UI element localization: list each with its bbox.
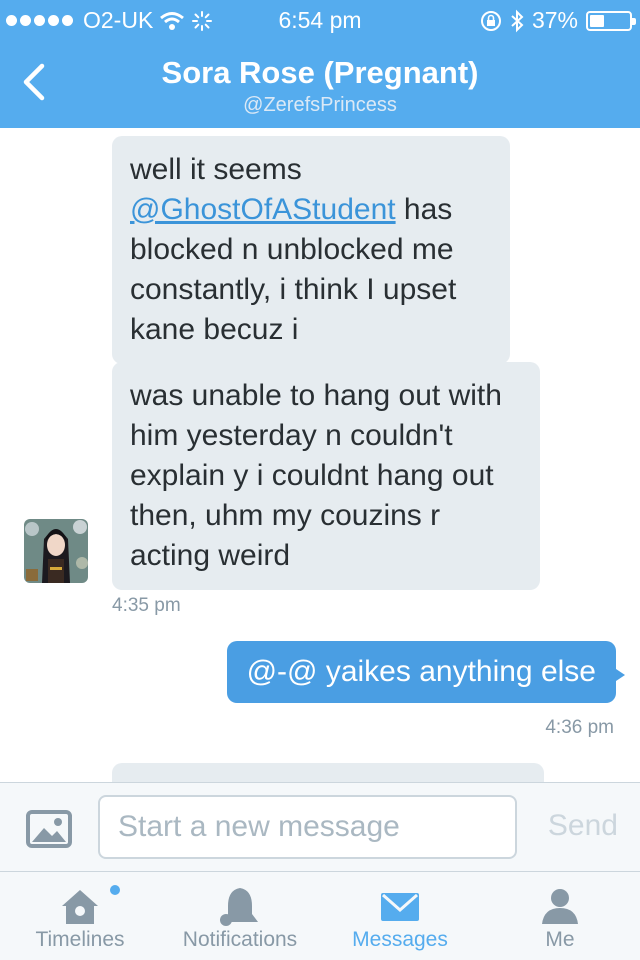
tab-label: Me [545,928,575,951]
incoming-message-bubble[interactable]: was unable to hang out with him yesterda… [112,362,540,590]
tab-notifications[interactable]: Notifications [160,872,320,960]
message-text: blocked n unblocked me constantly, i thi… [130,233,457,346]
home-icon [62,890,98,924]
tab-label: Messages [352,928,448,951]
bluetooth-icon [511,9,524,32]
tab-label: Timelines [35,928,125,951]
mention-link[interactable]: @GhostOfAStudent [130,193,396,226]
message-composer: Start a new message Send [0,782,640,872]
message-text: was unable to hang out with him yesterda… [130,379,502,572]
conversation-handle[interactable]: @ZerefsPrincess [0,94,640,117]
status-right: 37% [480,7,636,34]
conversation-title: Sora Rose (Pregnant) [161,55,479,90]
envelope-icon [381,893,419,921]
message-text: @-@ yaikes anything else [246,655,596,688]
tab-label: Notifications [182,928,298,951]
tab-bar: Timelines Notifications Messages Me [0,872,640,960]
message-text: well it seems [130,153,302,186]
battery-fill [590,14,604,27]
outgoing-message-bubble[interactable]: @-@ yaikes anything else [226,641,625,703]
bell-icon [220,888,258,926]
battery-icon [586,10,636,31]
avatar[interactable] [24,519,88,583]
header: O2-UK 6:54 pm 37% Sora Rose (Pregnant) @… [0,0,640,128]
message-timestamp: 4:36 pm [545,717,614,738]
message-text: has [395,193,453,226]
status-bar: O2-UK 6:54 pm 37% [0,0,640,40]
message-input[interactable]: Start a new message [98,795,517,859]
send-button[interactable]: Send [548,809,618,843]
rotation-lock-icon [480,10,501,31]
tab-me[interactable]: Me [480,872,640,960]
bubble-tail [613,667,625,683]
message-timestamp: 4:35 pm [112,595,181,616]
tab-messages[interactable]: Messages [320,872,480,960]
notification-dot [110,885,120,895]
battery-percent: 37% [531,7,578,33]
tab-timelines[interactable]: Timelines [0,872,160,960]
add-image-icon[interactable] [26,810,72,848]
avatar-image [24,519,88,583]
incoming-message-bubble[interactable]: well it seems @GhostOfAStudent has block… [112,136,510,364]
person-icon [542,889,578,924]
